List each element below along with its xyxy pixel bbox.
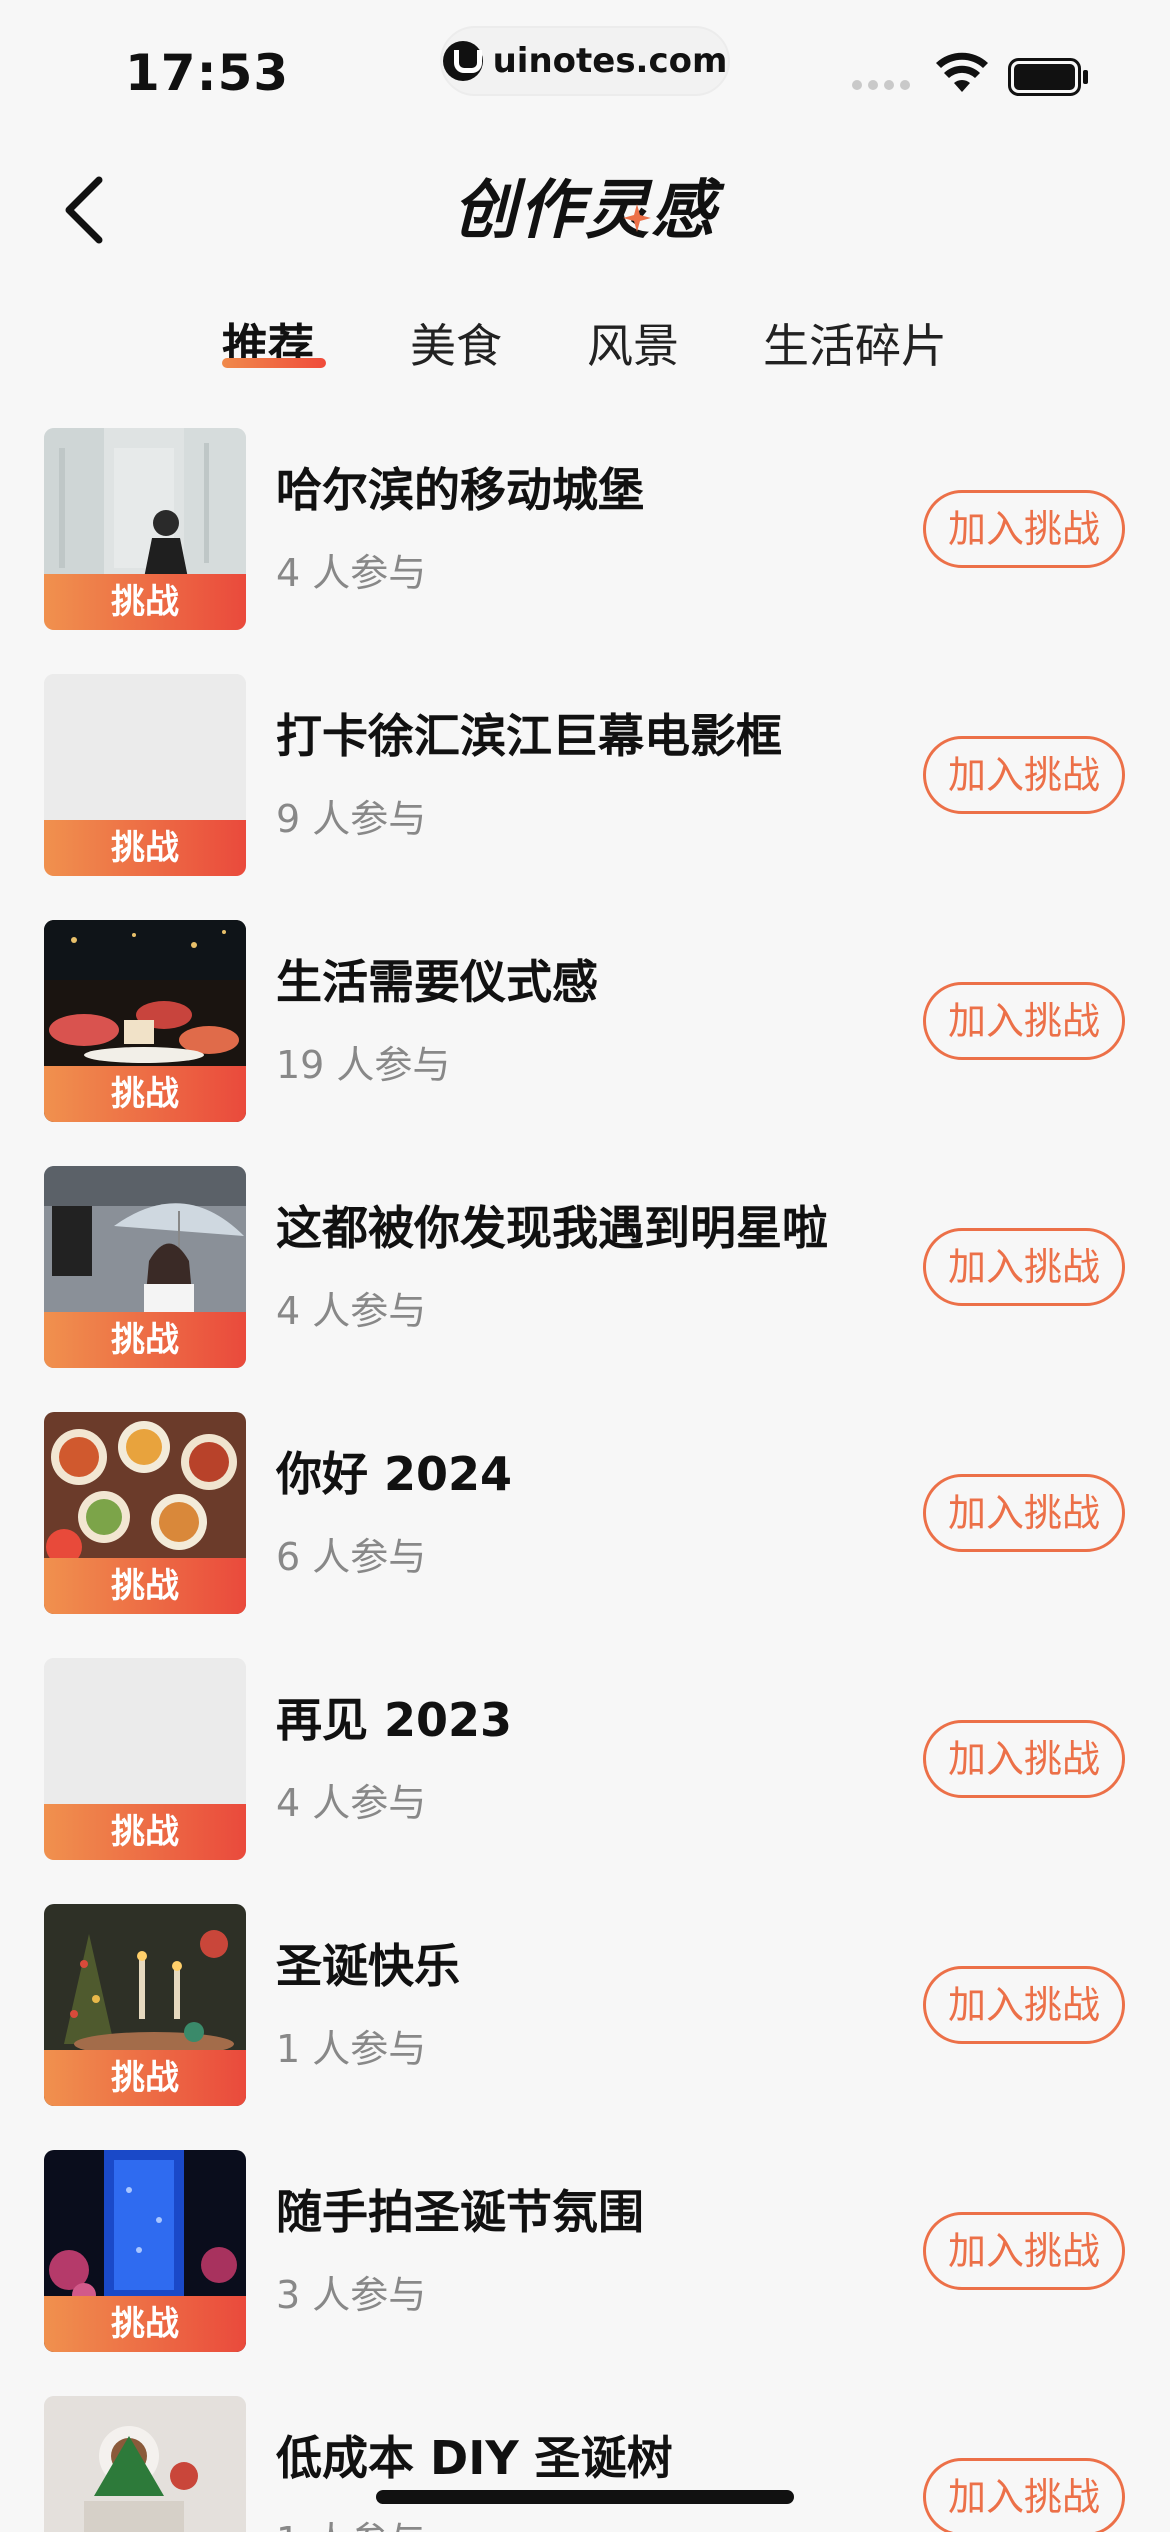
challenge-badge: 挑战 [44,1804,246,1860]
challenge-title: 哈尔滨的移动城堡 [276,463,644,517]
challenge-badge: 挑战 [44,2050,246,2106]
challenge-thumbnail: 挑战 [44,674,246,876]
challenge-thumbnail: 挑战 [44,920,246,1122]
status-time: 17:53 [125,44,290,102]
participant-count: 4 人参与 [276,1781,427,1825]
join-challenge-button[interactable]: 加入挑战 [923,1720,1125,1798]
diy-tree-photo [44,2396,246,2532]
status-bar: 17:53 uinotes.com [0,0,1170,130]
tab-scenery[interactable]: 风景 [587,310,679,376]
list-item[interactable]: 挑战 圣诞快乐 1 人参与 加入挑战 [0,1896,1170,2106]
challenge-title: 你好 2024 [276,1447,513,1501]
participant-count: 1 人参与 [276,2510,426,2532]
participant-count: 9 人参与 [276,797,427,841]
site-logo-icon [442,41,483,81]
category-tabs: 推荐 美食 风景 生活碎片 [0,300,1170,380]
wifi-icon [936,52,988,92]
join-challenge-button[interactable]: 加入挑战 [923,2458,1125,2532]
participant-count: 4 人参与 [276,1289,427,1333]
sparkle-icon [623,204,651,232]
list-item[interactable]: 挑战 再见 2023 4 人参与 加入挑战 [0,1650,1170,1860]
challenge-title: 打卡徐汇滨江巨幕电影框 [276,709,782,763]
challenge-badge: 挑战 [44,820,246,876]
home-indicator[interactable] [376,2490,794,2504]
challenge-thumbnail: 挑战 [44,1904,246,2106]
challenge-badge: 挑战 [44,1312,246,1368]
challenge-title: 再见 2023 [276,1693,513,1747]
nav-header: 创作灵感 [0,150,1170,270]
participant-count: 3 人参与 [276,2273,427,2317]
challenge-thumbnail: 挑战 [44,1412,246,1614]
list-item[interactable]: 挑战 这都被你发现我遇到明星啦 4 人参与 加入挑战 [0,1158,1170,1368]
tab-life-fragments[interactable]: 生活碎片 [763,310,947,376]
challenge-badge: 挑战 [44,574,246,630]
challenge-thumbnail [44,2396,246,2532]
challenge-title: 生活需要仪式感 [276,955,598,1009]
join-challenge-button[interactable]: 加入挑战 [923,1474,1125,1552]
url-pill[interactable]: uinotes.com [440,26,730,96]
join-challenge-button[interactable]: 加入挑战 [923,490,1125,568]
challenge-badge: 挑战 [44,1066,246,1122]
participant-count: 19 人参与 [276,1043,451,1087]
participant-count: 6 人参与 [276,1535,427,1579]
challenge-badge: 挑战 [44,1558,246,1614]
list-item[interactable]: 低成本 DIY 圣诞树 1 人参与 加入挑战 [0,2388,1170,2532]
join-challenge-button[interactable]: 加入挑战 [923,1966,1125,2044]
list-item[interactable]: 挑战 打卡徐汇滨江巨幕电影框 9 人参与 加入挑战 [0,666,1170,876]
list-item[interactable]: 挑战 生活需要仪式感 19 人参与 加入挑战 [0,912,1170,1122]
challenge-thumbnail: 挑战 [44,1166,246,1368]
participant-count: 4 人参与 [276,551,427,595]
challenge-thumbnail: 挑战 [44,428,246,630]
list-item[interactable]: 挑战 你好 2024 6 人参与 加入挑战 [0,1404,1170,1614]
list-item[interactable]: 挑战 随手拍圣诞节氛围 3 人参与 加入挑战 [0,2142,1170,2352]
active-tab-indicator [222,358,326,368]
app-screen: 17:53 uinotes.com 创作灵感 推荐 美食 风景 生活碎片 挑战 … [0,0,1170,2532]
challenge-title: 这都被你发现我遇到明星啦 [276,1201,828,1255]
join-challenge-button[interactable]: 加入挑战 [923,736,1125,814]
cellular-signal-icon [852,80,910,90]
participant-count: 1 人参与 [276,2027,427,2071]
back-arrow-icon[interactable] [55,170,115,250]
challenge-title: 随手拍圣诞节氛围 [276,2185,644,2239]
challenge-thumbnail: 挑战 [44,2150,246,2352]
page-title: 创作灵感 [453,174,717,248]
url-text: uinotes.com [492,41,728,81]
join-challenge-button[interactable]: 加入挑战 [923,2212,1125,2290]
battery-icon [1008,58,1088,96]
challenge-badge: 挑战 [44,2296,246,2352]
join-challenge-button[interactable]: 加入挑战 [923,982,1125,1060]
list-item[interactable]: 挑战 哈尔滨的移动城堡 4 人参与 加入挑战 [0,420,1170,630]
join-challenge-button[interactable]: 加入挑战 [923,1228,1125,1306]
challenge-title: 圣诞快乐 [276,1939,460,1993]
tab-food[interactable]: 美食 [410,310,502,376]
challenge-thumbnail: 挑战 [44,1658,246,1860]
challenge-title: 低成本 DIY 圣诞树 [276,2431,673,2485]
